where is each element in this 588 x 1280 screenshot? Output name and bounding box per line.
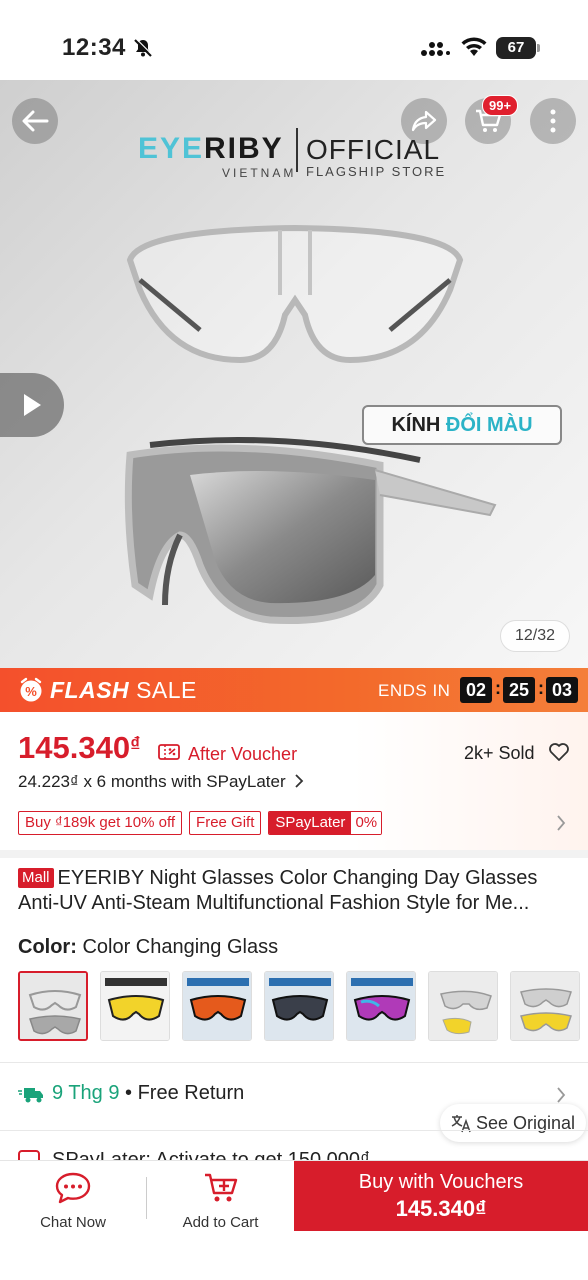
brand-vietnam: VIETNAM [222, 166, 297, 180]
brand-flagship: FLAGSHIP STORE [306, 164, 447, 179]
buy-with-vouchers-button[interactable]: Buy with Vouchers 145.340₫ [294, 1161, 588, 1231]
more-vertical-icon [550, 109, 556, 133]
promo-tag-free-gift[interactable]: Free Gift [189, 811, 262, 835]
revo-lens-glasses-thumbnail [347, 972, 415, 1040]
color-variant-thumb[interactable] [182, 971, 252, 1041]
flash-sale-clock-icon: % [20, 677, 42, 702]
add-to-cart-icon [205, 1173, 238, 1202]
color-label: Color: [18, 936, 77, 958]
color-selector-label: Color: Color Changing Glass [18, 936, 278, 959]
clear-glasses-image [126, 224, 464, 364]
price-currency: ₫ [130, 734, 141, 756]
countdown-seconds: 03 [546, 677, 578, 703]
brand-logo: EYE RIBY OFFICIAL VIETNAM FLAGSHIP STORE [138, 120, 468, 182]
price-section: 145.340₫ After Voucher 2k+ Sold 24.223₫ … [0, 712, 588, 852]
buy-button-label: Buy with Vouchers [358, 1171, 524, 1193]
kinh-tag-prefix: KÍNH [391, 414, 446, 436]
section-divider [0, 1062, 588, 1063]
delivery-truck-icon [18, 1088, 43, 1103]
promo-tag-discount[interactable]: Buy ₫189k get 10% off [18, 811, 183, 835]
clear-yellow-set-thumbnail [429, 972, 497, 1040]
play-icon [24, 394, 41, 416]
product-title: Mall EYERIBY Night Glasses Color Changing… [18, 866, 574, 916]
status-bar: 12:34 67 [0, 0, 588, 80]
voucher-icon [158, 744, 180, 760]
chevron-right-icon [295, 774, 304, 788]
image-counter: 12/32 [500, 620, 570, 652]
brand-official: OFFICIAL [306, 134, 441, 165]
delivery-info[interactable]: 9 Thg 9 • Free Return [52, 1082, 244, 1105]
bottom-action-bar: Chat Now Add to Cart Buy with Vouchers 1… [0, 1160, 588, 1280]
mall-badge: Mall [18, 868, 54, 888]
chat-now-label: Chat Now [40, 1214, 106, 1231]
color-variant-thumb[interactable] [100, 971, 170, 1041]
heart-icon[interactable] [548, 742, 570, 762]
countdown-minutes: 25 [503, 677, 535, 703]
chat-icon [55, 1172, 91, 1204]
buy-button-price: 145.340₫ [395, 1196, 487, 1221]
cellular-signal-icon [421, 42, 450, 56]
bell-muted-icon [134, 38, 153, 57]
clear-yellow-pair-thumbnail [511, 972, 579, 1040]
color-variant-list[interactable] [18, 971, 588, 1043]
section-divider [0, 1130, 588, 1131]
color-value: Color Changing Glass [82, 936, 279, 958]
spaylater-rate: 0% [351, 812, 382, 834]
delivery-date: 9 Thg 9 [52, 1082, 120, 1104]
installment-text: 24.223₫ x 6 months with SPayLater [18, 772, 286, 791]
product-image-carousel[interactable]: 99+ EYE RIBY OFFICIAL VIETNAM FLAGSHIP S… [0, 80, 588, 668]
spaylater-icon [18, 1150, 40, 1160]
play-video-button[interactable] [0, 373, 64, 437]
flash-sale-banner[interactable]: % FLASH SALE ENDS IN 02 : 25 : 03 [0, 668, 588, 712]
back-button[interactable] [12, 98, 58, 144]
color-variant-thumb[interactable] [18, 971, 88, 1041]
cart-count-badge: 99+ [482, 95, 519, 116]
battery-indicator: 67 [496, 37, 540, 59]
svg-text:%: % [25, 684, 37, 699]
section-divider [0, 850, 588, 858]
kinh-tag-highlight: ĐỔI MÀU [445, 414, 533, 436]
product-title-line2: Anti-UV Anti-Steam Multifunctional Fashi… [18, 892, 530, 914]
spaylater-installment[interactable]: 24.223₫ x 6 months with SPayLater [18, 772, 304, 792]
price-amount: 145.340 [18, 730, 131, 765]
color-variant-thumb[interactable] [428, 971, 498, 1041]
wifi-icon [461, 37, 487, 56]
add-to-cart-button[interactable]: Add to Cart [147, 1161, 294, 1233]
flash-sale-title: FLASH SALE [50, 677, 197, 704]
product-price: 145.340₫ [18, 730, 140, 766]
yellow-lens-glasses-thumbnail [101, 972, 169, 1040]
status-time: 12:34 [62, 34, 126, 61]
brand-riby: RIBY [204, 132, 284, 165]
fire-lens-glasses-thumbnail [183, 972, 251, 1040]
countdown-colon: : [538, 678, 544, 698]
more-options-button[interactable] [530, 98, 576, 144]
sold-count: 2k+ Sold [464, 743, 535, 763]
brand-eye: EYE [138, 132, 205, 165]
chat-now-button[interactable]: Chat Now [0, 1161, 146, 1233]
delivery-separator: • [119, 1082, 138, 1104]
chevron-right-icon[interactable] [556, 1086, 566, 1104]
color-variant-thumb[interactable] [346, 971, 416, 1041]
tinted-glasses-image [124, 437, 497, 625]
dark-lens-glasses-thumbnail [265, 972, 333, 1040]
after-voucher-label: After Voucher [188, 744, 298, 764]
sale-word: SALE [136, 677, 197, 703]
free-return-label: Free Return [137, 1082, 245, 1104]
promo-tag-spaylater[interactable]: SPayLater 0% [268, 811, 383, 835]
clear-glasses-thumbnail [20, 973, 86, 1039]
countdown-hours: 02 [460, 677, 492, 703]
flash-word: FLASH [50, 677, 130, 703]
product-title-line1: EYERIBY Night Glasses Color Changing Day… [57, 867, 538, 889]
chevron-right-icon[interactable] [556, 814, 566, 832]
color-variant-thumb[interactable] [264, 971, 334, 1041]
ends-in-label: ENDS IN [378, 681, 451, 700]
arrow-left-icon [22, 110, 49, 132]
color-variant-thumb[interactable] [510, 971, 580, 1041]
spaylater-label: SPayLater [269, 812, 352, 834]
add-to-cart-label: Add to Cart [182, 1214, 259, 1231]
countdown-colon: : [495, 678, 501, 698]
see-original-button[interactable]: See Original [440, 1104, 586, 1142]
promo-tags[interactable]: Buy ₫189k get 10% off Free Gift SPayLate… [18, 811, 383, 835]
